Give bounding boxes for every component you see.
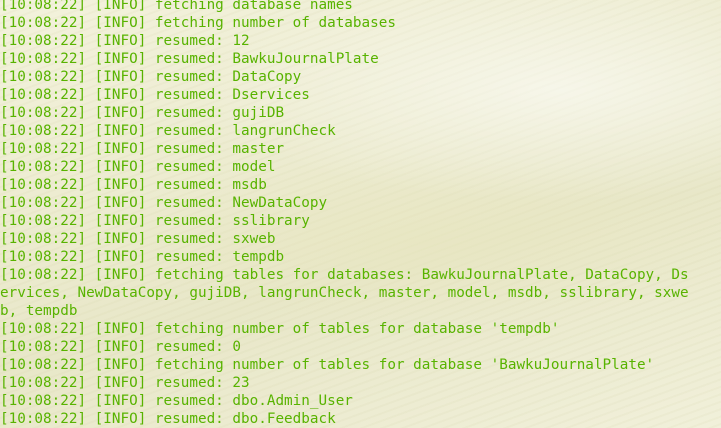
log-line: [10:08:22] [INFO] fetching number of tab… [0,321,560,337]
log-line: [10:08:22] [INFO] resumed: dbo.Feedback [0,411,336,427]
log-line: [10:08:22] [INFO] resumed: master [0,141,285,157]
log-line: [10:08:22] [INFO] resumed: Dservices [0,87,310,103]
log-line: [10:08:22] [INFO] resumed: 12 [0,33,250,49]
log-line: [10:08:22] [INFO] resumed: msdb [0,177,267,193]
log-line: [10:08:22] [INFO] resumed: tempdb [0,249,285,265]
log-line: [10:08:22] [INFO] resumed: model [0,159,276,175]
log-line-wrapped: b, tempdb [0,303,78,319]
log-line: [10:08:22] [INFO] resumed: 23 [0,375,250,391]
log-line: [10:08:22] [INFO] resumed: BawkuJournalP… [0,51,379,67]
log-line: [10:08:22] [INFO] resumed: DataCopy [0,69,302,85]
log-line: [10:08:22] [INFO] resumed: 0 [0,339,242,355]
log-line: [10:08:22] [INFO] fetching tables for da… [0,267,689,283]
log-line: [10:08:22] [INFO] resumed: gujiDB [0,105,285,121]
log-line: [10:08:22] [INFO] fetching number of tab… [0,357,655,373]
log-line: [10:08:22] [INFO] fetching database name… [0,0,353,13]
log-line: [10:08:22] [INFO] fetching number of dat… [0,15,396,31]
log-line: [10:08:22] [INFO] resumed: langrunCheck [0,123,336,139]
log-line: [10:08:22] [INFO] resumed: NewDataCopy [0,195,328,211]
log-line: [10:08:22] [INFO] resumed: dbo.Admin_Use… [0,393,353,409]
log-line: [10:08:22] [INFO] resumed: sslibrary [0,213,310,229]
log-line-wrapped: ervices, NewDataCopy, gujiDB, langrunChe… [0,285,689,301]
log-line: [10:08:22] [INFO] resumed: sxweb [0,231,276,247]
terminal-output[interactable]: [10:08:22] [INFO] fetching database name… [0,0,721,428]
